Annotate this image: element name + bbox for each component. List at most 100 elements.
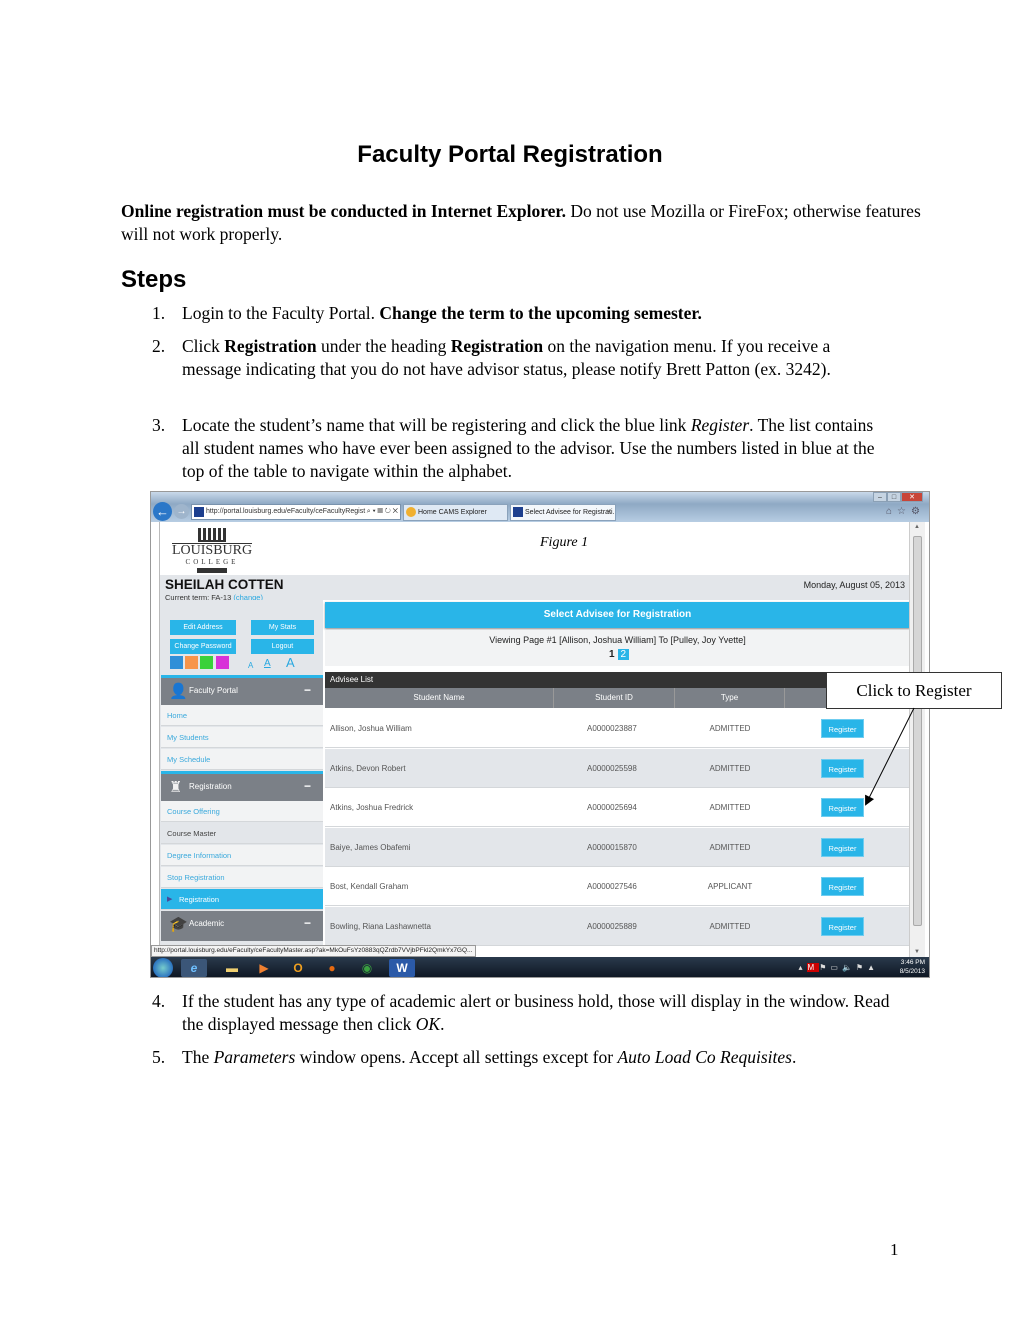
- student-type: ADMITTED: [709, 842, 751, 852]
- register-button[interactable]: Register: [821, 798, 864, 817]
- theme-swatch-green[interactable]: [200, 656, 213, 669]
- student-id: A0000015870: [587, 842, 637, 852]
- step-text: If the student has any type of academic …: [182, 990, 892, 1036]
- tab-select-advisee[interactable]: Select Advisee for Registrati... ✕: [510, 504, 616, 521]
- windows-taskbar: e ▬ ▶ O ● ◉ W ▴M⚑▭🔈⚑▲ 3:46 PM 8/5/2013: [151, 957, 929, 977]
- collapse-icon[interactable]: −: [304, 779, 311, 793]
- address-icons: ⌕ ▾ ▤ ↻ ✕: [366, 508, 398, 515]
- student-type: APPLICANT: [707, 882, 753, 891]
- logout-button[interactable]: Logout: [251, 639, 314, 654]
- font-size-large[interactable]: A: [286, 655, 295, 670]
- page-scrollbar[interactable]: ▲ ▼: [909, 522, 925, 957]
- register-button[interactable]: Register: [821, 837, 864, 857]
- person-icon: 👤: [169, 683, 188, 700]
- start-button-icon[interactable]: [153, 958, 173, 977]
- nav-item-degree-information[interactable]: Degree Information: [161, 845, 323, 866]
- window-controls: – □ ✕: [873, 492, 923, 502]
- bold-text: Change the term to the upcoming semester…: [379, 303, 702, 323]
- tab-home-cams[interactable]: Home CAMS Explorer: [403, 504, 508, 521]
- theme-swatch-magenta[interactable]: [216, 656, 229, 669]
- theme-swatch-blue[interactable]: [170, 656, 183, 669]
- register-button[interactable]: Register: [821, 877, 864, 896]
- nav-item-stop-registration[interactable]: Stop Registration: [161, 867, 323, 888]
- nav-section-label: Academic: [189, 919, 225, 928]
- current-date: Monday, August 05, 2013: [803, 580, 905, 590]
- student-name: Bowling, Riana Lashawnetta: [330, 921, 431, 931]
- theme-swatch-orange[interactable]: [185, 656, 198, 669]
- register-button[interactable]: Register: [821, 719, 864, 738]
- tab-label: Home CAMS Explorer: [418, 509, 487, 516]
- scroll-down-icon[interactable]: ▼: [914, 949, 920, 955]
- portal-screenshot: ← → http://portal.louisburg.edu/eFaculty…: [150, 491, 930, 978]
- close-button[interactable]: ✕: [901, 492, 923, 502]
- nav-item-label: Registration: [179, 895, 220, 904]
- nav-section-label: Faculty Portal: [189, 686, 238, 695]
- logo-est-bar: [197, 568, 227, 573]
- text-run: Locate the student’s name that will be r…: [182, 415, 691, 435]
- scroll-thumb[interactable]: [913, 536, 922, 926]
- back-icon[interactable]: ←: [153, 502, 172, 521]
- media-player-icon[interactable]: ▶: [251, 959, 277, 977]
- change-password-button[interactable]: Change Password: [170, 639, 236, 654]
- register-button[interactable]: Register: [821, 758, 864, 778]
- nav-item-course-master[interactable]: Course Master: [161, 823, 323, 844]
- minimize-button[interactable]: –: [873, 492, 887, 502]
- step-text: Locate the student’s name that will be r…: [182, 414, 892, 483]
- clock-date: 8/5/2013: [899, 968, 925, 975]
- edit-address-button[interactable]: Edit Address: [170, 620, 236, 635]
- step-number: 3.: [152, 415, 166, 435]
- maximize-button[interactable]: □: [887, 492, 901, 502]
- scroll-up-icon[interactable]: ▲: [914, 524, 920, 530]
- step-item: 2. Click Registration under the heading R…: [152, 335, 892, 381]
- text-run: Click: [182, 336, 225, 356]
- active-indicator-icon: ▶: [167, 896, 173, 903]
- nav-item-my-students[interactable]: My Students: [161, 727, 323, 748]
- file-explorer-icon[interactable]: ▬: [219, 959, 245, 977]
- step-number: 4.: [152, 991, 166, 1011]
- italic-text: Parameters: [213, 1047, 296, 1067]
- collapse-icon[interactable]: −: [304, 683, 311, 697]
- collapse-icon[interactable]: −: [304, 916, 311, 930]
- system-tray-icons[interactable]: ▴M⚑▭🔈⚑▲: [799, 963, 879, 972]
- tab-label: Select Advisee for Registrati...: [525, 509, 616, 516]
- forward-icon[interactable]: →: [174, 504, 189, 519]
- italic-text: Auto Load Co Requisites: [617, 1047, 792, 1067]
- nav-section-faculty-portal[interactable]: 👤 Faculty Portal −: [161, 675, 323, 705]
- viewing-text: Viewing Page #1 [Allison, Joshua William…: [489, 635, 746, 645]
- document-title: Faculty Portal Registration: [357, 141, 663, 168]
- outlook-icon[interactable]: O: [285, 959, 311, 977]
- tab-close-icon[interactable]: ✕: [606, 505, 612, 520]
- nav-item-course-offering[interactable]: Course Offering: [161, 801, 323, 822]
- internet-explorer-icon[interactable]: e: [181, 959, 207, 977]
- portal-page: LOUISBURG COLLEGE Figure 1 SHEILAH COTTE…: [159, 522, 909, 947]
- page-link[interactable]: 2: [617, 649, 630, 660]
- nav-item-my-schedule[interactable]: My Schedule: [161, 749, 323, 770]
- text-run: window opens. Accept all settings except…: [295, 1047, 618, 1067]
- font-size-small[interactable]: A: [248, 661, 253, 670]
- nav-item-home[interactable]: Home: [161, 705, 323, 726]
- nav-item-registration[interactable]: ▶ Registration: [161, 889, 323, 910]
- font-size-medium[interactable]: A: [264, 658, 271, 669]
- site-favicon: [194, 507, 204, 517]
- col-type: Type: [675, 688, 785, 708]
- chrome-icon[interactable]: ◉: [354, 959, 380, 977]
- text-run: .: [440, 1014, 445, 1034]
- register-button[interactable]: Register: [821, 916, 864, 936]
- bold-text: Registration: [450, 336, 544, 356]
- text-run: Login to the Faculty Portal.: [182, 303, 380, 323]
- nav-section-registration[interactable]: ♜ Registration −: [161, 771, 323, 801]
- my-stats-button[interactable]: My Stats: [251, 620, 314, 635]
- nav-section-academic[interactable]: 🎓 Academic −: [161, 911, 323, 941]
- firefox-icon[interactable]: ●: [319, 959, 345, 977]
- student-id: A0000025694: [587, 803, 637, 812]
- figure-caption: Figure 1: [540, 535, 589, 550]
- step-item: 4. If the student has any type of academi…: [152, 990, 892, 1036]
- word-icon[interactable]: W: [389, 959, 415, 977]
- site-favicon: [513, 507, 523, 517]
- address-bar[interactable]: http://portal.louisburg.edu/eFaculty/ceF…: [191, 504, 401, 520]
- system-clock[interactable]: 3:46 PM 8/5/2013: [900, 958, 925, 976]
- step-item: 1. Login to the Faculty Portal. Change th…: [152, 302, 892, 325]
- student-id: A0000025598: [587, 763, 637, 773]
- step-text: The Parameters window opens. Accept all …: [182, 1046, 892, 1069]
- browser-tools-icons[interactable]: ⌂☆⚙: [886, 506, 925, 517]
